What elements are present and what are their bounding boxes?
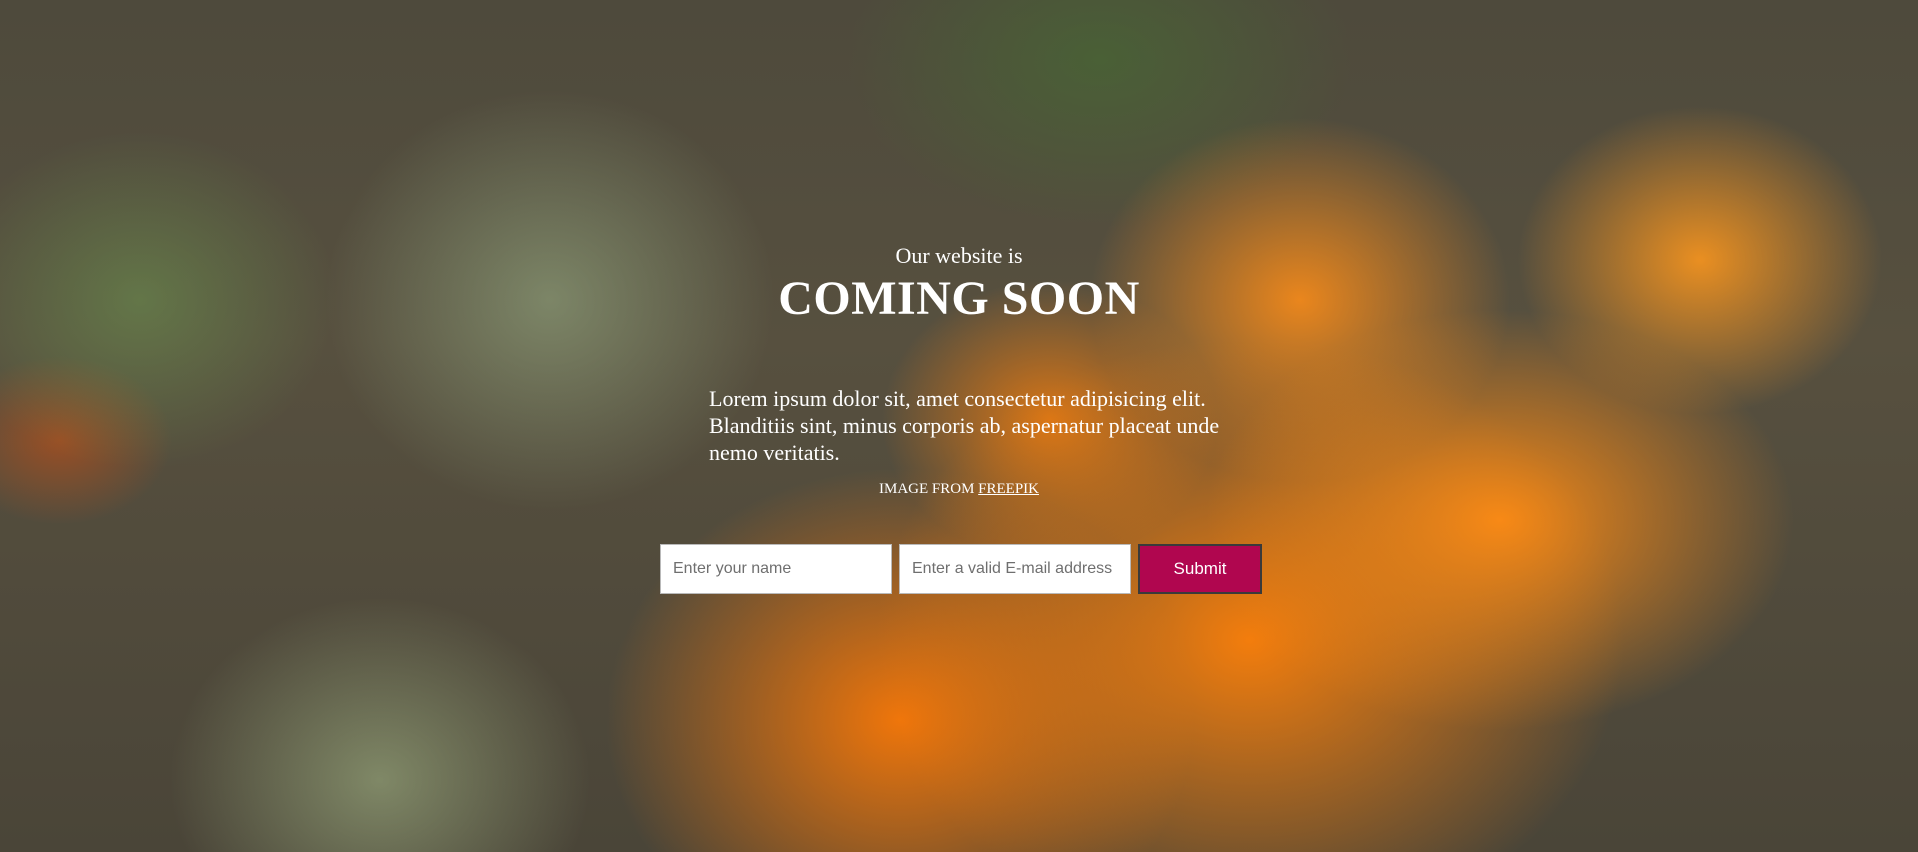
hero-section: Our website is COMING SOON Lorem ipsum d… xyxy=(0,0,1918,852)
signup-form: Submit xyxy=(660,544,1262,594)
hero-subtitle: Our website is xyxy=(895,243,1023,268)
submit-button[interactable]: Submit xyxy=(1138,544,1262,594)
email-input[interactable] xyxy=(899,544,1131,594)
image-credit-label: IMAGE FROM xyxy=(878,481,979,497)
freepik-link[interactable]: FREEPIK xyxy=(978,481,1039,497)
hero-description: Lorem ipsum dolor sit, amet consectetur … xyxy=(709,386,1220,465)
image-credit: IMAGE FROM FREEPIK xyxy=(0,480,1918,498)
name-input[interactable] xyxy=(660,544,892,594)
page-title: COMING SOON xyxy=(778,272,1140,325)
